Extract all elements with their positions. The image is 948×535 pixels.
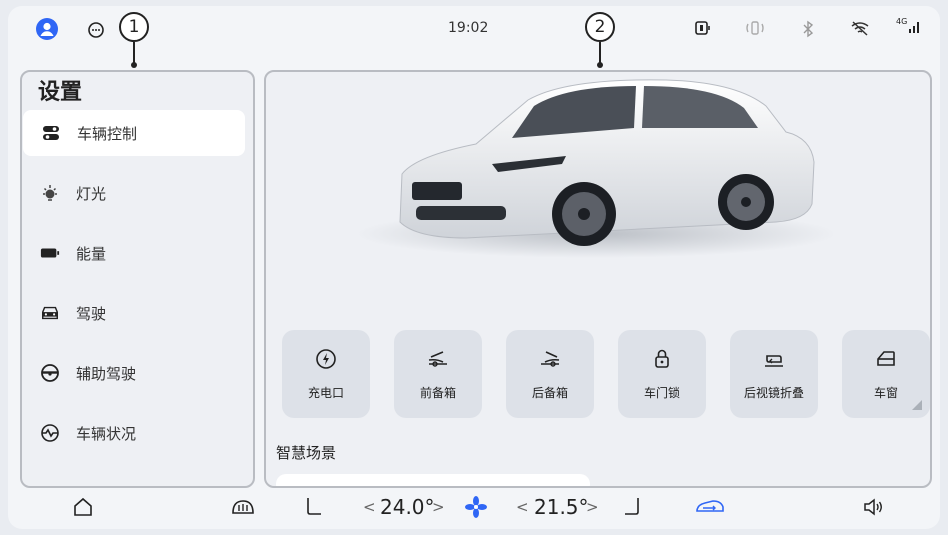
- bluetooth-icon: [801, 20, 815, 38]
- mirror-fold-button[interactable]: 后视镜折叠: [730, 330, 818, 418]
- wifi-off-icon: [850, 20, 870, 36]
- control-label: 充电口: [307, 386, 344, 400]
- sidebar-item-vehicle-status[interactable]: 车辆状况: [22, 410, 244, 456]
- toggle-switches-icon: [41, 123, 61, 143]
- sidebar-item-vehicle-control[interactable]: 车辆控制: [23, 110, 245, 156]
- charging-port-icon: [282, 348, 370, 370]
- home-icon[interactable]: [72, 494, 94, 520]
- clock: 19:02: [448, 20, 489, 36]
- battery-icon: [40, 243, 60, 263]
- charging-port-button[interactable]: 充电口: [282, 330, 370, 418]
- callout-1-line: [133, 42, 135, 64]
- window-button[interactable]: 车窗: [842, 330, 930, 418]
- volume-icon[interactable]: [862, 494, 884, 520]
- driver-temp-decrease[interactable]: <: [363, 494, 376, 520]
- passenger-seat-icon[interactable]: [622, 494, 642, 520]
- mirror-fold-icon: [730, 348, 818, 370]
- bottom-bar: < 24.0° > < 21.5° >: [8, 484, 940, 529]
- car-image: [266, 72, 930, 322]
- rear-trunk-icon: [506, 348, 594, 370]
- callout-2-line: [599, 42, 601, 64]
- passenger-temperature: 21.5°: [534, 495, 589, 519]
- vehicle-status-icon: [40, 423, 60, 443]
- light-icon: [40, 183, 60, 203]
- settings-title: 设置: [38, 80, 83, 105]
- sidebar-item-label: 能量: [76, 244, 107, 263]
- sidebar-item-label: 灯光: [76, 184, 107, 203]
- vehicle-control-panel: 充电口 前备箱 后备箱 车门锁 后视镜折叠 车窗 智慧场景: [264, 70, 932, 488]
- control-label: 车窗: [873, 386, 898, 400]
- door-lock-icon: [618, 348, 706, 370]
- sidebar-item-assisted-driving[interactable]: 辅助驾驶: [22, 350, 244, 396]
- control-label: 后视镜折叠: [743, 386, 804, 400]
- vibrate-icon: [743, 20, 767, 36]
- control-label: 前备箱: [419, 386, 456, 400]
- screen-cast-icon[interactable]: [694, 20, 712, 36]
- rear-trunk-button[interactable]: 后备箱: [506, 330, 594, 418]
- settings-sidebar: 设置 车辆控制 灯光 能量 驾驶 辅助驾驶 车辆状况: [20, 70, 255, 488]
- sidebar-item-label: 辅助驾驶: [76, 364, 137, 383]
- sidebar-item-label: 车辆控制: [77, 124, 138, 143]
- expand-corner-icon: [912, 400, 922, 410]
- screen: 19:02 4G 1 2 设置 车辆控制 灯光 能量 驾驶 辅助驾驶 车辆状况 …: [8, 6, 940, 529]
- sidebar-item-label: 车辆状况: [76, 424, 137, 443]
- car-front-icon: [40, 303, 60, 323]
- driver-temp-increase[interactable]: >: [432, 494, 445, 520]
- front-trunk-button[interactable]: 前备箱: [394, 330, 482, 418]
- sidebar-item-lights[interactable]: 灯光: [22, 170, 244, 216]
- sidebar-item-driving[interactable]: 驾驶: [22, 290, 244, 336]
- passenger-temp-increase[interactable]: >: [586, 494, 599, 520]
- control-label: 车门锁: [643, 386, 680, 400]
- callout-1-dot: [131, 62, 137, 68]
- sidebar-item-energy[interactable]: 能量: [22, 230, 244, 276]
- sidebar-item-label: 驾驶: [76, 304, 107, 323]
- fan-icon[interactable]: [464, 494, 488, 520]
- network-type: 4G: [896, 16, 908, 26]
- control-label: 后备箱: [531, 386, 568, 400]
- steering-wheel-icon: [40, 363, 60, 383]
- callout-2-dot: [597, 62, 603, 68]
- callout-2: 2: [585, 12, 615, 42]
- message-icon[interactable]: [86, 20, 106, 40]
- defrost-icon[interactable]: [230, 494, 256, 520]
- cellular-signal-icon: 4G: [896, 16, 922, 34]
- front-trunk-icon: [394, 348, 482, 370]
- driver-temperature: 24.0°: [380, 495, 435, 519]
- callout-1: 1: [119, 12, 149, 42]
- door-lock-button[interactable]: 车门锁: [618, 330, 706, 418]
- air-recirculation-icon[interactable]: [694, 494, 726, 520]
- window-icon: [842, 348, 930, 370]
- user-avatar[interactable]: [36, 18, 58, 40]
- seat-icon[interactable]: [304, 494, 324, 520]
- smart-scenes-title: 智慧场景: [276, 444, 337, 462]
- passenger-temp-decrease[interactable]: <: [516, 494, 529, 520]
